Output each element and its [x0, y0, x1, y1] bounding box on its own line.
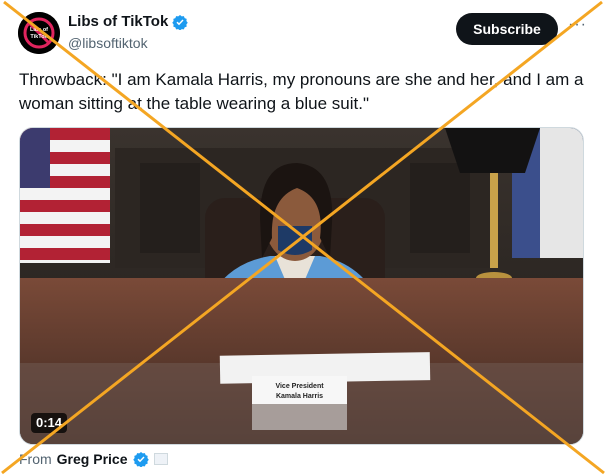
- video-frame: Vice President Kamala Harris: [20, 128, 583, 444]
- tweet-text: Throwback: "I am Kamala Harris, my prono…: [19, 70, 584, 113]
- more-options-icon[interactable]: ···: [568, 17, 586, 36]
- author-display-name[interactable]: Libs of TikTok: [68, 13, 168, 30]
- svg-text:Libs of: Libs of: [30, 27, 48, 33]
- source-name[interactable]: Greg Price: [57, 451, 128, 467]
- source-verified-badge-icon: [132, 452, 149, 467]
- name-placard: Vice President Kamala Harris: [252, 376, 347, 430]
- svg-text:TikTok: TikTok: [30, 34, 48, 40]
- author-name-row: Libs of TikTok: [68, 13, 189, 30]
- video-duration-badge: 0:14: [31, 413, 68, 433]
- author-handle[interactable]: @libsoftiktok: [68, 35, 148, 51]
- placard-line-2: Kamala Harris: [276, 393, 323, 400]
- avatar-logo-icon: Libs of TikTok: [18, 12, 60, 54]
- video-player[interactable]: Vice President Kamala Harris: [19, 127, 584, 445]
- placard-line-1: Vice President: [275, 383, 324, 390]
- subscribe-button[interactable]: Subscribe: [456, 13, 558, 45]
- affiliate-badge-icon: [153, 453, 168, 465]
- verified-badge-icon: [172, 14, 189, 30]
- author-avatar[interactable]: Libs of TikTok: [18, 12, 60, 54]
- us-flag: [20, 128, 110, 263]
- source-prefix: From: [19, 451, 52, 467]
- source-attribution: From Greg Price: [19, 451, 168, 467]
